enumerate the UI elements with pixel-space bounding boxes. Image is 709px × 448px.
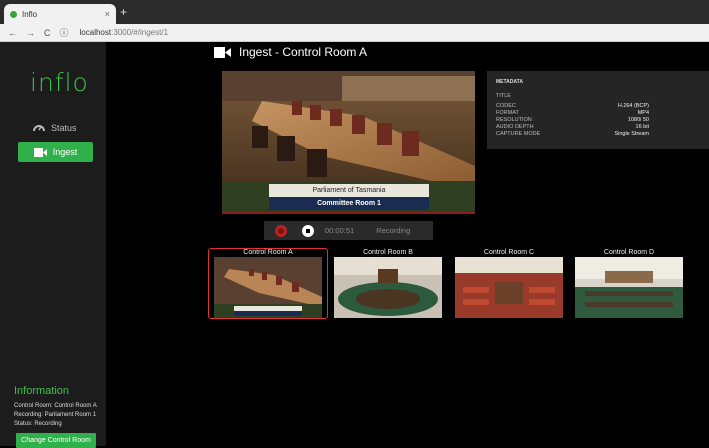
room-c-video (455, 257, 563, 318)
metadata-key: CODEC (496, 103, 516, 109)
recording-timer: 00:00:51 (325, 226, 355, 235)
url-host: localhost (79, 28, 112, 37)
metadata-key: RESOLUTION (496, 117, 532, 123)
room-thumbnail-a[interactable] (214, 257, 322, 318)
recording-controls: 00:00:51 Recording (264, 221, 433, 240)
room-label-a: Control Room A (243, 249, 293, 256)
inflo-logo: inflo (30, 68, 89, 97)
gauge-icon (33, 125, 45, 132)
metadata-key: TITLE (496, 93, 511, 99)
metadata-row: RESOLUTION 1080i 50 (496, 117, 649, 123)
metadata-value: 1080i 50 (627, 117, 649, 123)
information-heading: Information (14, 385, 70, 397)
metadata-key: AUDIO DEPTH (496, 124, 534, 130)
metadata-key: FORMAT (496, 110, 519, 116)
sidebar: inflo Status Ingest Information Control … (0, 42, 106, 448)
nav-ingest[interactable]: Ingest (18, 142, 93, 162)
room-b-video (334, 257, 442, 318)
reload-icon[interactable]: C (44, 28, 51, 38)
metadata-key: CAPTURE MODE (496, 131, 541, 137)
video-camera-icon (214, 46, 231, 58)
info-icon[interactable]: ⓘ (60, 26, 69, 39)
room-label-b: Control Room B (363, 249, 413, 256)
metadata-row: FORMAT MP4 (496, 110, 649, 116)
metadata-row: TITLE (496, 93, 649, 99)
url-field[interactable]: localhost:3000/#/ingest/1 (80, 28, 169, 37)
browser-tab-bar: Inflo × + (0, 0, 709, 24)
metadata-value: Single Stream (614, 131, 649, 137)
caption-subtitle: Committee Room 1 (269, 197, 429, 210)
nav-status-label: Status (51, 122, 77, 133)
tab-close-icon[interactable]: × (105, 9, 110, 19)
room-d-video (575, 257, 683, 318)
metadata-row: CAPTURE MODE Single Stream (496, 131, 649, 137)
recording-status: Recording (376, 226, 411, 235)
forward-icon[interactable]: → (26, 28, 35, 38)
caption-title: Parliament of Tasmania (269, 184, 429, 197)
metadata-value: 16 bit (635, 124, 649, 130)
room-thumbnail-d[interactable] (575, 257, 683, 318)
room-label-c: Control Room C (483, 249, 535, 256)
page-title-text: Ingest - Control Room A (239, 45, 368, 59)
metadata-panel: METADATA TITLE CODEC H.264 (BCP) FORMAT … (487, 71, 709, 149)
tab-title: Inflo (22, 9, 38, 19)
new-tab-icon[interactable]: + (120, 6, 127, 18)
url-path: :3000/#/ingest/1 (111, 28, 169, 37)
metadata-value: MP4 (637, 110, 649, 116)
metadata-row: CODEC H.264 (BCP) (496, 103, 649, 109)
room-thumbnail-b[interactable] (334, 257, 442, 318)
live-preview: Parliament of Tasmania Committee Room 1 (222, 71, 475, 214)
page-title: Ingest - Control Room A (214, 45, 367, 59)
back-icon[interactable]: ← (8, 28, 17, 38)
info-status: Status: Recording (14, 421, 62, 427)
stop-button[interactable] (302, 224, 314, 237)
address-bar: ← → C ⓘ localhost:3000/#/ingest/1 (0, 24, 709, 42)
room-a-video (214, 257, 322, 318)
record-button[interactable] (275, 224, 287, 237)
metadata-heading: METADATA (496, 79, 523, 85)
browser-tab[interactable]: Inflo × (4, 4, 116, 24)
nav-status[interactable]: Status (33, 122, 77, 133)
nav-ingest-label: Ingest (52, 147, 78, 157)
metadata-row: AUDIO DEPTH 16 bit (496, 124, 649, 130)
favicon-icon (10, 10, 17, 18)
video-camera-icon (33, 147, 47, 157)
metadata-value: H.264 (BCP) (617, 103, 649, 109)
room-label-d: Control Room D (603, 249, 655, 256)
info-control-room: Control Room: Control Room A (14, 403, 97, 409)
info-recording: Recording: Parliament Room 1 (14, 412, 97, 418)
room-thumbnail-c[interactable] (455, 257, 563, 318)
